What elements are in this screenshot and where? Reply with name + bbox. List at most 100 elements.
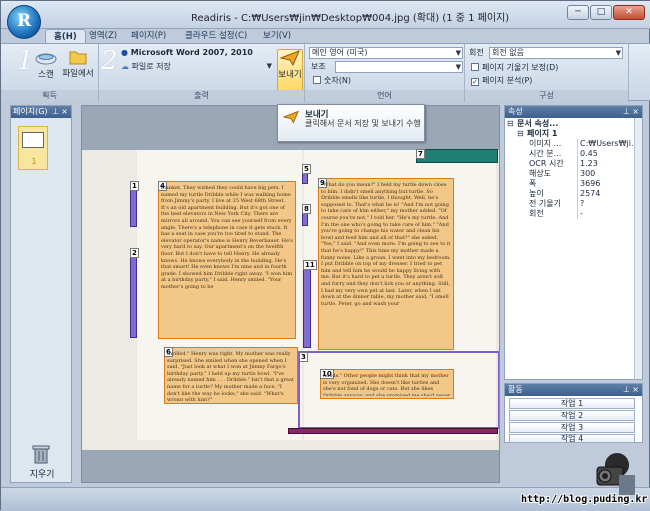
main-language-select[interactable]: 메인 영어 (미국) ▼ [309,47,463,59]
prop-row[interactable]: OCR 시간 1.23 [505,159,634,169]
chevron-down-icon: ▼ [615,49,621,57]
prop-key: 문서 속성... [517,119,559,128]
activity-panel: 활동 ⊥ × 작업 1 작업 2 작업 3 작업 4 [504,383,643,443]
output-format-selector[interactable]: ● Microsoft Word 2007, 2010 [121,47,253,59]
group-output: 2 ● Microsoft Word 2007, 2010 ☁ 파일로 저장 ▼… [99,44,305,102]
properties-scrollbar[interactable] [634,118,642,379]
job-item[interactable]: 작업 3 [509,422,635,433]
cloud-icon: ☁ [121,62,129,71]
zone-8[interactable]: 8 [302,204,311,226]
prop-row[interactable]: ⊟ 문서 속성... [505,119,634,129]
close-icon[interactable]: × [632,106,639,118]
app-window: Readiris - C:₩Users₩jin₩Desktop₩004.jpg … [0,0,650,511]
page-thumbnail[interactable]: 1 [18,126,48,170]
properties-panel-header: 속성 ⊥ × [505,106,642,118]
digits-label: 숫자(N) [324,76,351,85]
zone-label: 2 [130,248,139,258]
close-button[interactable]: ✕ [613,5,645,20]
zone-6[interactable]: 6 thrilled." Henry was right. My mother … [164,347,298,404]
prop-row[interactable]: 해상도 300 [505,169,634,179]
send-tooltip: 보내기 클릭해서 문서 저장 및 보내기 수행 [277,104,425,142]
zone-10[interactable]: 10 hands." Other people might think that… [320,369,454,399]
delete-page-button[interactable]: 지우기 [10,441,74,483]
page-number: 1 [31,157,37,166]
prop-key: 시간 분... [529,149,562,158]
zone-1[interactable]: 1 [130,181,139,227]
job-item[interactable]: 작업 2 [509,410,635,421]
zone-5[interactable]: 5 [302,164,311,184]
prop-key: 전 기울기 [529,199,561,208]
digits-checkbox[interactable]: 숫자(N) [313,75,351,87]
prop-row[interactable]: 시간 분... 0.45 [505,149,634,159]
window-title: Readiris - C:₩Users₩jin₩Desktop₩004.jpg … [191,13,510,24]
pages-panel: 페이지(G) ⊥ × 1 [10,105,72,483]
prop-row[interactable]: 회전 - [505,209,634,219]
pin-icon[interactable]: ⊥ [623,106,630,118]
output-destination-selector[interactable]: ☁ 파일로 저장 [121,61,171,73]
send-label: 보내기 [278,70,302,80]
pin-icon[interactable]: ⊥ [623,384,630,396]
zone-label: 7 [416,149,425,159]
zone-7[interactable]: 7 [416,149,498,163]
scanner-icon [35,53,57,65]
app-menu-button[interactable]: R [7,5,41,39]
zone-6-text: thrilled." Henry was right. My mother wa… [167,351,294,401]
checkbox-icon [471,63,479,71]
prop-key: 회전 [529,209,544,218]
tab-home[interactable]: 홈(H) [45,29,86,43]
prop-value: 300 [577,169,634,179]
zone-2[interactable]: 2 [130,248,139,338]
send-button[interactable]: 보내기 [277,49,303,91]
analyze-page-checkbox[interactable]: ✓ 페이지 분석(P) [471,75,532,87]
collapse-icon[interactable]: ⊟ [517,129,524,139]
tooltip-description: 클릭해서 문서 저장 및 보내기 수행 [305,119,421,128]
job-item[interactable]: 작업 4 [509,434,635,443]
close-icon[interactable]: × [61,106,68,118]
secondary-language-select[interactable]: ▼ [335,61,463,73]
zone-label: 1 [130,181,139,191]
prop-key: 높이 [529,189,544,198]
maximize-button[interactable]: □ [590,5,612,20]
image-viewer[interactable]: 1 2 3 4 blanket. They wished they could … [81,105,500,483]
watermark: http://blog.puding.kr [521,494,648,505]
chevron-down-icon: ▼ [455,49,461,57]
collapse-icon[interactable]: ⊟ [507,119,514,129]
main-language-value: 메인 영어 (미국) [312,48,368,57]
zone-label: 8 [302,204,311,214]
prop-row[interactable]: 전 기울기? [505,199,634,209]
properties-panel: 속성 ⊥ × ⊟ 문서 속성... ⊟ 페이지 1 이미지 ... C:₩User… [504,105,643,380]
group-label-output: 출력 [99,90,304,101]
prop-row[interactable]: 높이 2574 [505,189,634,199]
activity-panel-title: 활동 [508,385,523,394]
step-number-2: 2 [101,46,118,76]
minimize-button[interactable]: ─ [567,5,589,20]
chevron-down-icon: ▼ [455,63,461,71]
zone-9[interactable]: 9 "What do you mean?" I held my turtle d… [318,178,454,350]
prop-row[interactable]: 폭 3696 [505,179,634,189]
scan-button[interactable]: 스캔 [31,52,61,80]
zone-label: 11 [303,260,317,270]
zone-11[interactable]: 11 [303,260,317,348]
trash-icon [32,445,50,464]
zone-4[interactable]: 4 blanket. They wished they could have b… [158,181,296,339]
group-acquire: 1 스캔 파일에서 획득 [1,44,99,102]
tab-view[interactable]: 보기(V) [263,29,291,43]
prop-key: 이미지 ... [529,139,562,148]
from-file-button[interactable]: 파일에서 [61,49,95,79]
rotation-select[interactable]: 회전 없음 ▼ [489,47,623,59]
prop-row[interactable]: 이미지 ... C:₩Users₩ji... [505,139,634,149]
job-item[interactable]: 작업 1 [509,398,635,409]
checkmark-icon: ✓ [471,78,479,86]
close-icon[interactable]: × [632,384,639,396]
deskew-label: 페이지 기울기 보정(D) [482,63,559,72]
from-file-label: 파일에서 [62,69,94,79]
prop-row[interactable]: ⊟ 페이지 1 [505,129,634,139]
tab-page[interactable]: 페이지(P) [131,29,166,43]
deskew-checkbox[interactable]: 페이지 기울기 보정(D) [471,62,558,74]
rotation-label: 회전 [469,48,484,57]
tab-zones[interactable]: 영역(Z) [89,29,117,43]
properties-panel-title: 속성 [508,107,523,116]
destination-dropdown[interactable]: ▼ [249,61,273,73]
tab-cloud-settings[interactable]: 클라우드 설정(C) [185,29,247,43]
pin-icon[interactable]: ⊥ [52,106,59,118]
